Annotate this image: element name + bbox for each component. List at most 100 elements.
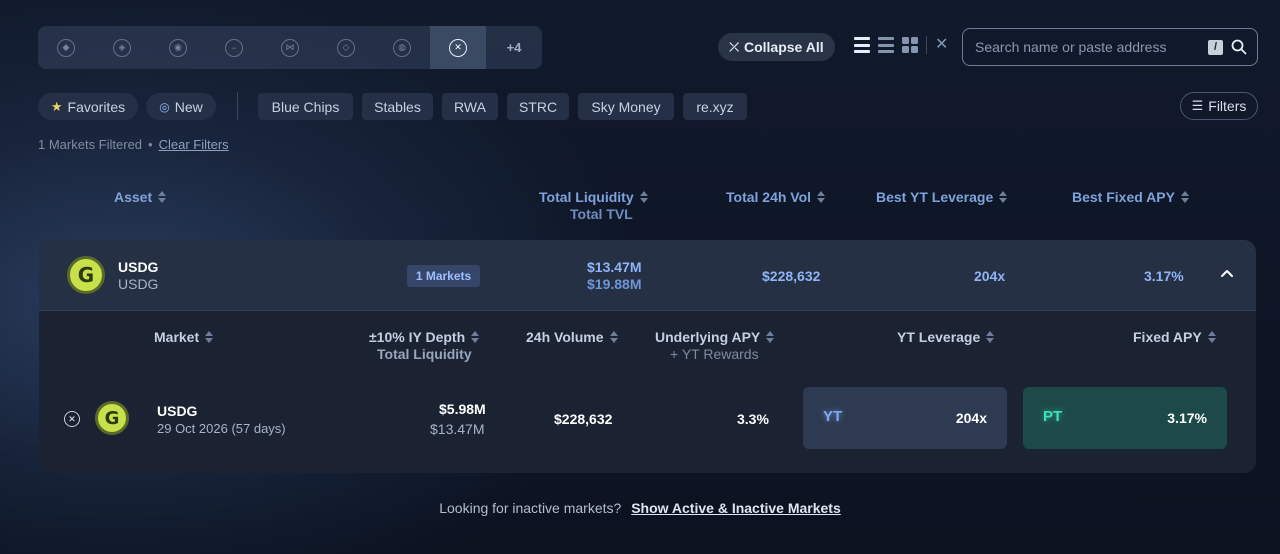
header-asset[interactable]: Asset	[114, 189, 167, 205]
header-market-label: Market	[154, 329, 200, 345]
new-icon: ◎	[159, 99, 170, 114]
search-box[interactable]: Search name or paste address /	[962, 28, 1258, 66]
view-toggle-group: ✕	[854, 36, 948, 54]
sort-icon	[158, 191, 167, 203]
header-best-fixed-apy[interactable]: Best Fixed APY	[1072, 189, 1189, 205]
sliders-icon: ☰	[1191, 98, 1204, 113]
collapse-all-button[interactable]: ⤫ Collapse All	[718, 33, 835, 61]
list-view-compact-icon[interactable]	[878, 37, 894, 53]
header-underlying-label: Underlying APY	[655, 329, 761, 345]
tools-icon[interactable]: ✕	[935, 37, 948, 53]
market-liquidity: $13.47M	[430, 421, 485, 437]
chain-selector: ◆ ◈ ◉ − ⋈ ◇ ◍ ✕ +4	[38, 26, 542, 69]
header-yt-leverage[interactable]: YT Leverage	[897, 329, 995, 345]
yt-value: 204x	[955, 410, 987, 426]
market-name: USDG	[157, 403, 198, 419]
chain-7[interactable]: ◍	[374, 26, 430, 69]
header-total-24h-vol[interactable]: Total 24h Vol	[726, 189, 826, 205]
chain-icon: ✕	[64, 411, 80, 427]
pt-label: PT	[1043, 408, 1063, 425]
header-asset-label: Asset	[114, 189, 153, 205]
market-depth: $5.98M	[439, 401, 486, 417]
sort-icon	[817, 191, 826, 203]
chain-arbitrum[interactable]: ◈	[94, 26, 150, 69]
pt-trade-button[interactable]: PT 3.17%	[1023, 387, 1227, 449]
favorites-label: Favorites	[67, 98, 126, 115]
tag-blue-chips[interactable]: Blue Chips	[258, 93, 353, 120]
header-best-yt-leverage[interactable]: Best YT Leverage	[876, 189, 1008, 205]
yt-label: YT	[823, 408, 843, 425]
chain-selected[interactable]: ✕	[430, 26, 486, 69]
more-chains-button[interactable]: +4	[486, 26, 542, 69]
sort-icon	[1180, 191, 1189, 203]
header-fixedapy-label: Fixed APY	[1133, 329, 1202, 345]
header-24h-volume[interactable]: 24h Volume	[526, 329, 618, 345]
header-volume-label: 24h Volume	[526, 329, 604, 345]
collapse-label: Collapse All	[743, 39, 824, 55]
sort-icon	[986, 331, 995, 343]
chain-4[interactable]: −	[206, 26, 262, 69]
collapse-icon: ⤫	[729, 39, 739, 54]
asset-subname: USDG	[118, 276, 159, 292]
market-underlying-apy: 3.3%	[737, 411, 769, 427]
grid-view-icon[interactable]	[902, 37, 918, 53]
header-fixed-apy[interactable]: Fixed APY	[1133, 329, 1216, 345]
tag-re-xyz[interactable]: re.xyz	[683, 93, 747, 120]
markets-badge: 1 Markets	[407, 265, 480, 287]
header-iy-depth[interactable]: ±10% IY Depth	[369, 329, 480, 345]
filters-label: Filters	[1208, 98, 1247, 114]
favorites-chip[interactable]: ★ Favorites	[38, 93, 138, 120]
header-total-liquidity[interactable]: Total Liquidity	[539, 189, 648, 205]
asset-volume: $228,632	[762, 268, 821, 284]
asset-name: USDG	[118, 259, 159, 275]
header-vol-label: Total 24h Vol	[726, 189, 812, 205]
header-liquidity-label: Total Liquidity	[539, 189, 634, 205]
market-volume: $228,632	[554, 411, 613, 427]
inactive-markets-footer: Looking for inactive markets? Show Activ…	[0, 500, 1280, 516]
show-inactive-markets-link[interactable]: Show Active & Inactive Markets	[631, 500, 841, 516]
filters-button[interactable]: ☰ Filters	[1180, 92, 1258, 120]
bullet: •	[148, 137, 153, 152]
chain-ethereum[interactable]: ◆	[38, 26, 94, 69]
optimism-icon: ◉	[169, 38, 187, 57]
header-market[interactable]: Market	[154, 329, 214, 345]
asset-tvl: $19.88M	[587, 276, 642, 292]
chain-icon-4: −	[225, 38, 243, 57]
new-chip[interactable]: ◎ New	[146, 93, 216, 120]
list-view-expanded-icon[interactable]	[854, 37, 870, 53]
chain-5[interactable]: ⋈	[262, 26, 318, 69]
chevron-up-icon[interactable]	[1220, 268, 1234, 278]
header-yt-rewards: + YT Rewards	[670, 346, 759, 362]
search-input[interactable]: Search name or paste address	[975, 39, 1208, 55]
chain-icon-7: ◍	[393, 38, 411, 57]
header-underlying-apy[interactable]: Underlying APY	[655, 329, 775, 345]
sort-icon	[1207, 331, 1216, 343]
header-total-tvl: Total TVL	[570, 206, 633, 222]
sort-icon	[766, 331, 775, 343]
tag-rwa[interactable]: RWA	[442, 93, 498, 120]
asset-row[interactable]	[39, 240, 1256, 311]
tag-stables[interactable]: Stables	[362, 93, 433, 120]
header-market-liquidity: Total Liquidity	[377, 346, 472, 362]
arbitrum-icon: ◈	[113, 38, 131, 57]
filtered-count: 1 Markets Filtered	[38, 137, 143, 152]
header-apy-label: Best Fixed APY	[1072, 189, 1175, 205]
search-icon[interactable]	[1231, 39, 1247, 55]
header-ytlev-label: YT Leverage	[897, 329, 981, 345]
new-label: New	[174, 98, 203, 115]
filter-status: 1 Markets Filtered • Clear Filters	[38, 137, 229, 152]
chain-optimism[interactable]: ◉	[150, 26, 206, 69]
shortcut-key: /	[1208, 39, 1223, 55]
chip-divider	[237, 92, 238, 120]
chain-bnb[interactable]: ◇	[318, 26, 374, 69]
ethereum-icon: ◆	[57, 38, 75, 57]
yt-trade-button[interactable]: YT 204x	[803, 387, 1007, 449]
tag-strc[interactable]: STRC	[507, 93, 569, 120]
sort-icon	[639, 191, 648, 203]
pt-value: 3.17%	[1167, 410, 1207, 426]
sort-icon	[999, 191, 1008, 203]
footer-question: Looking for inactive markets?	[439, 500, 622, 516]
usdg-logo-icon: G	[95, 401, 129, 435]
tag-sky-money[interactable]: Sky Money	[578, 93, 674, 120]
clear-filters-link[interactable]: Clear Filters	[159, 137, 229, 152]
